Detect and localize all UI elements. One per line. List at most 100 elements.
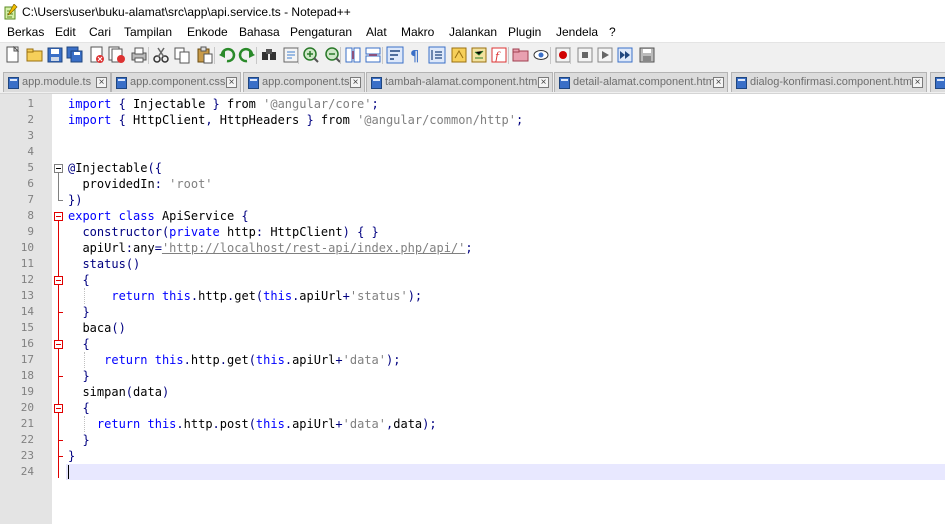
close-icon[interactable]: [88, 46, 106, 64]
copy-icon[interactable]: [173, 46, 191, 64]
code-token: HttpClient: [125, 113, 206, 127]
menu-pengaturan[interactable]: Pengaturan: [290, 25, 352, 39]
fold-toggle-icon[interactable]: [54, 404, 63, 413]
word-wrap-icon[interactable]: [386, 46, 404, 64]
code-line: 23}: [0, 448, 945, 464]
code-text[interactable]: simpan(data): [68, 385, 169, 399]
monitoring-icon[interactable]: [532, 46, 550, 64]
fold-line: [58, 173, 59, 200]
menu-jendela[interactable]: Jendela: [556, 25, 598, 39]
stop-recording-icon[interactable]: [576, 46, 594, 64]
print-icon[interactable]: [130, 46, 148, 64]
tab-tambah-alamat-component-html[interactable]: tambah-alamat.component.html ×: [366, 72, 553, 92]
code-text[interactable]: }: [68, 433, 90, 447]
save-icon[interactable]: [46, 46, 64, 64]
code-text[interactable]: {: [68, 337, 89, 351]
tab-close-icon[interactable]: ×: [912, 77, 923, 88]
show-all-characters-icon[interactable]: ¶: [406, 46, 424, 64]
open-file-icon[interactable]: [26, 46, 44, 64]
code-text[interactable]: apiUrl:any='http://localhost/rest-api/in…: [68, 241, 472, 255]
code-text[interactable]: baca(): [68, 321, 125, 335]
folder-as-workspace-icon[interactable]: [512, 46, 530, 64]
menu-help[interactable]: ?: [609, 25, 616, 39]
code-text[interactable]: constructor(private http: HttpClient) { …: [68, 225, 378, 239]
code-line: 14 }: [0, 304, 945, 320]
menu-berkas[interactable]: Berkas: [7, 25, 44, 39]
code-text[interactable]: return this.http.post(this.apiUrl+'data'…: [68, 417, 437, 431]
sync-vertical-icon[interactable]: [344, 46, 362, 64]
undo-icon[interactable]: [218, 46, 236, 64]
code-token: this: [255, 353, 285, 367]
code-text[interactable]: return this.http.get(this.apiUrl+'data')…: [68, 353, 400, 367]
close-all-icon[interactable]: [108, 46, 126, 64]
code-text[interactable]: }: [68, 369, 89, 383]
code-text[interactable]: return this.http.get(this.apiUrl+'status…: [68, 289, 422, 303]
code-token: +: [342, 289, 350, 303]
find-icon[interactable]: [260, 46, 278, 64]
tab-close-icon[interactable]: ×: [226, 77, 237, 88]
menu-bahasa[interactable]: Bahasa: [239, 25, 280, 39]
code-token: .: [190, 289, 199, 303]
menu-edit[interactable]: Edit: [55, 25, 76, 39]
tab-app-module-ts[interactable]: app.module.ts ×: [3, 72, 111, 92]
code-text[interactable]: }: [68, 305, 89, 319]
code-text[interactable]: import { HttpClient, HttpHeaders } from …: [68, 113, 523, 127]
tab-close-icon[interactable]: ×: [350, 77, 361, 88]
tab-close-icon[interactable]: ×: [713, 77, 724, 88]
new-file-icon[interactable]: [4, 46, 22, 64]
tab-close-icon[interactable]: ×: [96, 77, 107, 88]
indent-guide: [84, 352, 85, 368]
run-macro-multiple-icon[interactable]: [616, 46, 634, 64]
menu-enkode[interactable]: Enkode: [187, 25, 228, 39]
save-macro-icon[interactable]: [638, 46, 656, 64]
fold-end-marker: [58, 312, 63, 313]
code-editor[interactable]: 1 import { Injectable } from '@angular/co…: [0, 94, 945, 524]
menu-tampilan[interactable]: Tampilan: [124, 25, 172, 39]
code-token: }: [82, 433, 90, 447]
file-icon: [8, 77, 19, 89]
fold-toggle-icon[interactable]: [54, 340, 63, 349]
sync-horizontal-icon[interactable]: [364, 46, 382, 64]
code-text[interactable]: status(): [68, 257, 140, 271]
code-line: 6 providedIn: 'root': [0, 176, 945, 192]
redo-icon[interactable]: [238, 46, 256, 64]
code-text[interactable]: import { Injectable } from '@angular/cor…: [68, 97, 379, 111]
code-text[interactable]: providedIn: 'root': [68, 177, 212, 191]
tab-label: app.module.ts: [22, 76, 92, 88]
menu-makro[interactable]: Makro: [401, 25, 434, 39]
tab-detail-alamat-component-html[interactable]: detail-alamat.component.html ×: [554, 72, 728, 92]
zoom-in-icon[interactable]: [302, 46, 320, 64]
cut-icon[interactable]: [152, 46, 170, 64]
code-text[interactable]: export class ApiService {: [68, 209, 249, 223]
tab-overflow[interactable]: [930, 72, 945, 92]
menu-jalankan[interactable]: Jalankan: [449, 25, 497, 39]
menu-plugin[interactable]: Plugin: [508, 25, 541, 39]
toolbar-separator: [508, 47, 509, 64]
playback-macro-icon[interactable]: [596, 46, 614, 64]
code-text[interactable]: {: [68, 401, 89, 415]
code-text[interactable]: }): [68, 193, 82, 207]
indent-guide-icon[interactable]: [428, 46, 446, 64]
code-text[interactable]: {: [68, 273, 89, 287]
menu-alat[interactable]: Alat: [366, 25, 387, 39]
tab-app-component-css[interactable]: app.component.css ×: [111, 72, 241, 92]
code-token: (: [248, 353, 256, 367]
document-map-icon[interactable]: [470, 46, 488, 64]
code-text[interactable]: }: [68, 449, 75, 463]
fold-toggle-icon[interactable]: [54, 164, 63, 173]
tab-dialog-konfirmasi-component-html[interactable]: dialog-konfirmasi.component.html ×: [731, 72, 927, 92]
code-token: .: [212, 417, 220, 431]
code-text[interactable]: @Injectable({: [68, 161, 162, 175]
save-all-icon[interactable]: [66, 46, 84, 64]
tab-app-component-ts[interactable]: app.component.ts ×: [243, 72, 365, 92]
title-bar: C:\Users\user\buku-alamat\src\app\api.se…: [0, 0, 945, 24]
fold-toggle-icon[interactable]: [54, 276, 63, 285]
fold-toggle-icon[interactable]: [54, 212, 63, 221]
user-defined-language-icon[interactable]: [450, 46, 468, 64]
function-list-icon[interactable]: f: [490, 46, 508, 64]
file-icon: [935, 77, 945, 89]
menu-cari[interactable]: Cari: [89, 25, 111, 39]
paste-icon[interactable]: [196, 46, 214, 64]
tab-close-icon[interactable]: ×: [538, 77, 549, 88]
